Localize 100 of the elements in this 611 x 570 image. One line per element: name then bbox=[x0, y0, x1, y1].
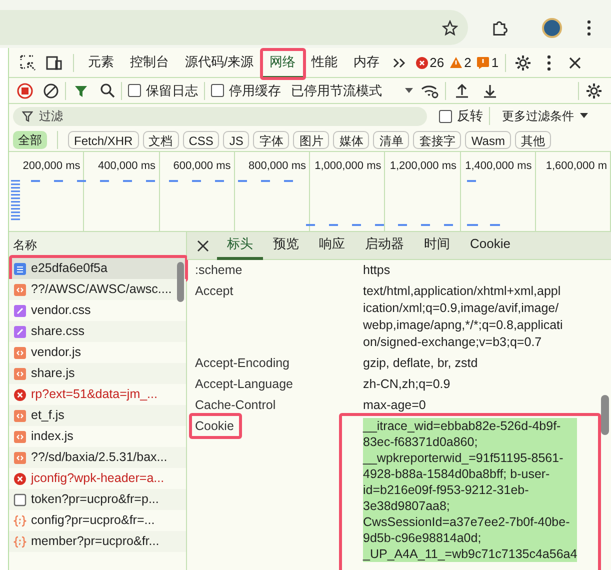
panel-tab[interactable]: 性能 bbox=[304, 48, 346, 78]
type-filter-chip[interactable]: 套接字 bbox=[413, 130, 462, 148]
issue-count: 26 bbox=[430, 54, 444, 72]
search-icon[interactable] bbox=[100, 83, 115, 98]
request-row[interactable]: share.js bbox=[9, 363, 186, 384]
type-filter-chip[interactable]: 其他 bbox=[514, 130, 551, 148]
more-filters-dropdown[interactable]: 更多过滤条件 bbox=[502, 107, 588, 125]
type-filter-chip[interactable]: Wasm bbox=[465, 130, 511, 148]
type-filter-chip[interactable]: 清单 bbox=[373, 130, 410, 148]
error-icon bbox=[13, 472, 27, 486]
scrollbar-thumb[interactable] bbox=[601, 395, 609, 435]
request-name: e25dfa6e0f5a bbox=[31, 260, 108, 278]
request-name: rp?ext=51&data=jm_... bbox=[31, 386, 158, 404]
filter-icon[interactable] bbox=[74, 84, 88, 98]
timeline-tick-label: 1,000,000 ms bbox=[314, 160, 382, 172]
detail-tab[interactable]: 预览 bbox=[263, 232, 309, 260]
timeline-tick-label: 1,200,000 ms bbox=[390, 160, 456, 172]
request-row[interactable]: token?pr=ucpro&fr=p... bbox=[9, 489, 186, 510]
request-row[interactable]: et_f.js bbox=[9, 405, 186, 426]
panel-tab[interactable]: 控制台 bbox=[122, 48, 177, 78]
request-name: vendor.js bbox=[31, 344, 82, 362]
request-name: vendor.css bbox=[31, 302, 91, 320]
request-row[interactable]: ??/AWSC/AWSC/awsc.... bbox=[9, 279, 186, 300]
panel-tab[interactable]: 元素 bbox=[80, 48, 122, 78]
script-icon bbox=[13, 346, 27, 360]
request-name: et_f.js bbox=[31, 407, 64, 424]
detail-tab[interactable]: Cookie bbox=[460, 232, 520, 260]
caret-icon[interactable] bbox=[405, 88, 413, 94]
braces-icon bbox=[13, 534, 27, 548]
detail-tab[interactable]: 启动器 bbox=[355, 232, 414, 260]
panel-tab[interactable]: 网络 bbox=[262, 48, 304, 78]
filter-icon[interactable] bbox=[22, 110, 33, 122]
type-filter-chip[interactable]: CSS bbox=[182, 130, 220, 148]
header-value: __itrace_wid=ebbab82e-526d-4b9f- 83ec-f68371d0a860; __wpkreporterwid_=91f51195-8561- 4928-b88a-1584d0ba8bff; b-user- id=b216e09f-f953-9212-31eb- 3e38d9807aa8; CwsSessionId=a37e7ee2-7b0f-40be- 9d5b-c96e98814a0d; _UP_A4A_11_=wb9c71c7135c4a56a4 bbox=[363, 418, 578, 562]
request-row[interactable]: ??/sd/baxia/2.5.31/bax... bbox=[9, 447, 186, 468]
column-header[interactable]: 名称 bbox=[13, 236, 37, 254]
close-icon[interactable] bbox=[568, 56, 582, 70]
scrollbar-thumb[interactable] bbox=[177, 262, 184, 302]
script-icon bbox=[13, 430, 27, 444]
throttling-dropdown[interactable]: 已停用节流模式 bbox=[291, 80, 413, 100]
caret-icon[interactable] bbox=[580, 113, 588, 119]
checkbox-label: 保留日志 bbox=[146, 82, 198, 100]
device-icon[interactable] bbox=[45, 54, 63, 72]
stylesheet-icon bbox=[13, 324, 27, 338]
panel-tab[interactable]: 内存 bbox=[346, 48, 388, 78]
network-conditions-icon[interactable] bbox=[421, 82, 439, 98]
header-name: Accept bbox=[195, 284, 234, 298]
settings-icon[interactable] bbox=[514, 54, 532, 72]
issue-count: 1 bbox=[491, 54, 499, 72]
request-row[interactable]: share.css bbox=[9, 321, 186, 342]
more-icon[interactable] bbox=[546, 54, 552, 70]
puzzle-icon[interactable] bbox=[491, 19, 509, 37]
detail-tab[interactable]: 时间 bbox=[414, 232, 460, 260]
detail-tab[interactable]: 响应 bbox=[309, 232, 355, 260]
inspect-icon[interactable] bbox=[19, 54, 37, 72]
stylesheet-icon bbox=[13, 304, 27, 318]
type-filter-chip[interactable]: Fetch/XHR bbox=[68, 130, 139, 148]
filter-field[interactable]: 过滤 bbox=[13, 106, 427, 126]
info-icon[interactable] bbox=[477, 56, 490, 68]
type-filter-chip[interactable]: 字体 bbox=[253, 130, 290, 148]
type-filter-chip[interactable]: 图片 bbox=[293, 130, 330, 148]
square-icon bbox=[13, 492, 27, 506]
more-tabs-icon[interactable] bbox=[392, 56, 406, 68]
header-name: :scheme bbox=[195, 263, 242, 277]
timeline-tick-label: 800,000 ms bbox=[248, 160, 306, 172]
request-name: ??/sd/baxia/2.5.31/bax... bbox=[31, 449, 168, 466]
download-icon[interactable] bbox=[482, 82, 498, 98]
checkbox[interactable] bbox=[211, 84, 224, 97]
settings-icon[interactable] bbox=[585, 82, 603, 100]
script-icon bbox=[13, 366, 27, 380]
document-icon bbox=[13, 262, 27, 276]
header-name: Cache-Control bbox=[195, 398, 276, 412]
avatar[interactable] bbox=[542, 18, 562, 38]
request-row[interactable]: e25dfa6e0f5a bbox=[9, 258, 186, 279]
error-icon bbox=[13, 388, 27, 402]
panel-tab[interactable]: 源代码/来源 bbox=[177, 48, 262, 78]
detail-tab[interactable]: 标头 bbox=[217, 232, 263, 260]
checkbox-label: 停用缓存 bbox=[229, 82, 281, 100]
record-icon[interactable] bbox=[17, 82, 33, 98]
type-filter-chip[interactable]: JS bbox=[223, 130, 250, 148]
timeline-tick-label: 600,000 ms bbox=[173, 160, 231, 172]
type-filter-chip[interactable]: 文档 bbox=[142, 130, 179, 148]
timeline-tick-label: 200,000 ms bbox=[22, 160, 80, 172]
error-icon[interactable] bbox=[416, 56, 428, 68]
star-icon[interactable] bbox=[442, 20, 458, 36]
upload-icon[interactable] bbox=[454, 82, 470, 98]
checkbox[interactable] bbox=[128, 84, 141, 97]
type-filter-chip[interactable]: 全部 bbox=[13, 130, 47, 148]
close-icon[interactable] bbox=[197, 240, 209, 252]
braces-icon bbox=[13, 514, 27, 528]
timeline-tick-label: 400,000 ms bbox=[98, 160, 156, 172]
warning-icon[interactable] bbox=[450, 56, 462, 68]
menu-icon[interactable] bbox=[586, 20, 592, 36]
clear-icon[interactable] bbox=[43, 82, 59, 98]
type-filter-chip[interactable]: 媒体 bbox=[333, 130, 370, 148]
request-row[interactable]: member?pr=ucpro&fr... bbox=[9, 531, 186, 552]
script-icon bbox=[13, 450, 27, 464]
checkbox[interactable] bbox=[439, 110, 452, 122]
checkbox-label: 反转 bbox=[457, 107, 483, 126]
script-icon bbox=[13, 282, 27, 296]
